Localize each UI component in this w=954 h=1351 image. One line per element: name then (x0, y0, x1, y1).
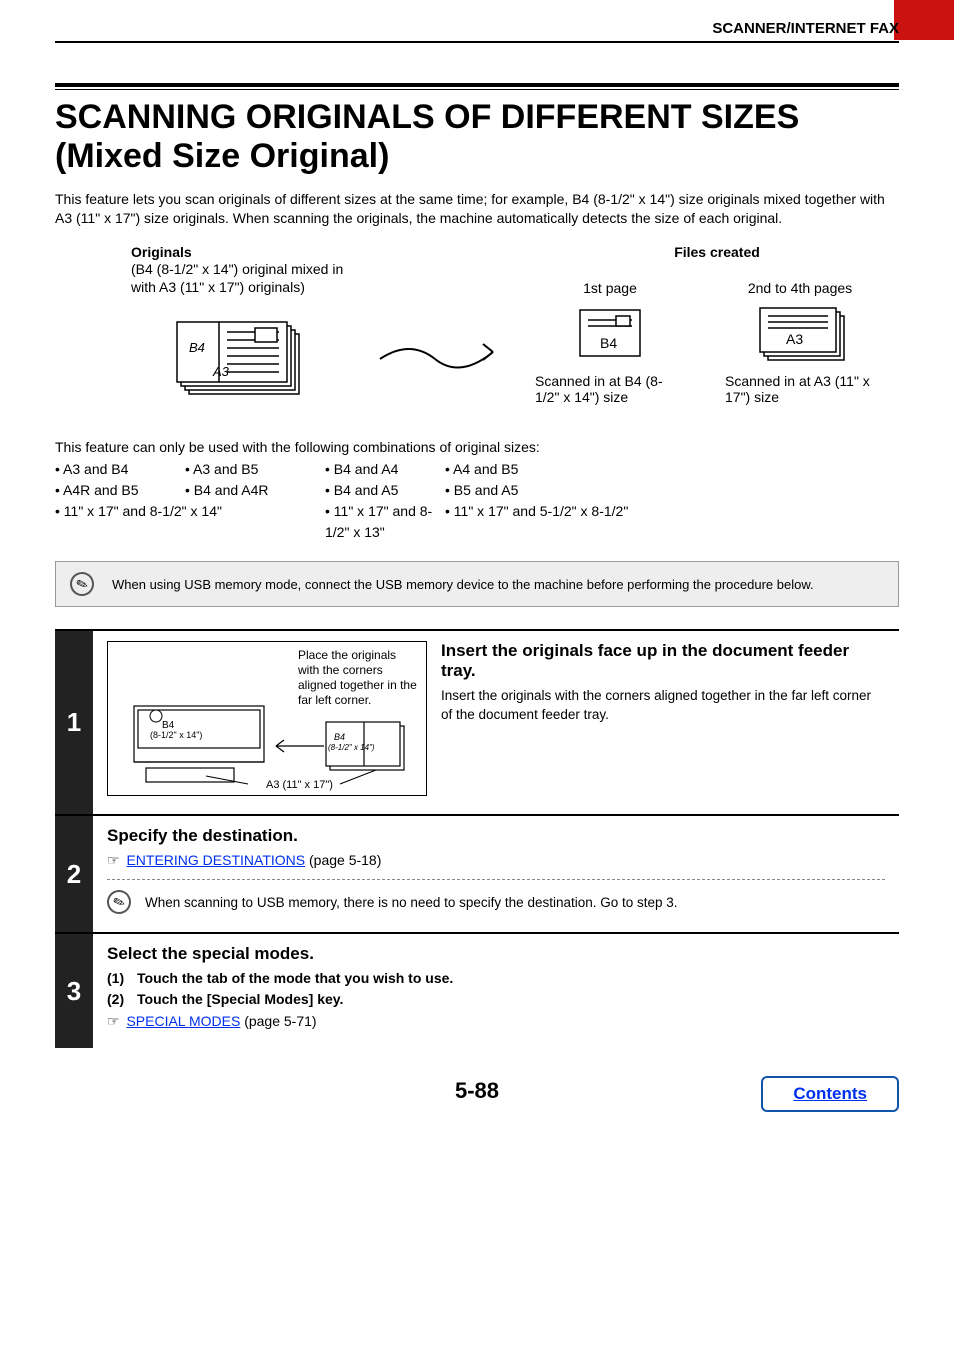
combo-cell: • 11" x 17" and 8-1/2" x 13" (325, 501, 445, 543)
svg-text:B4: B4 (334, 732, 345, 742)
file-col-2: 2nd to 4th pages A3 Scanned in at A3 (11… (725, 280, 875, 405)
title-rule (55, 83, 899, 90)
combinations-intro: This feature can only be used with the f… (55, 439, 899, 455)
originals-title: Originals (131, 244, 355, 260)
step-1: 1 Place the originals with the corners a… (55, 629, 899, 814)
file-col2-caption: Scanned in at A3 (11" x 17") size (725, 373, 875, 405)
note-pen-icon: ✎ (67, 569, 98, 600)
file-col1-pages: 1st page (535, 280, 685, 296)
svg-text:B4: B4 (600, 335, 617, 351)
combo-cell: • B4 and A4R (185, 480, 325, 501)
svg-text:A3 (11" x 17"): A3 (11" x 17") (266, 779, 333, 791)
entering-destinations-link[interactable]: ENTERING DESTINATIONS (126, 852, 305, 868)
pointer-icon (107, 852, 123, 868)
step-number-3: 3 (55, 934, 93, 1048)
intro-paragraph: This feature lets you scan originals of … (55, 190, 899, 228)
originals-block: Originals (B4 (8-1/2" x 14") original mi… (55, 244, 355, 419)
svg-text:(8-1/2" x 14"): (8-1/2" x 14") (328, 743, 375, 752)
step2-link-page: (page 5-18) (305, 852, 381, 868)
step1-text: Insert the originals with the corners al… (441, 687, 885, 723)
pointer-icon (107, 1013, 123, 1029)
combo-cell: • B4 and A4 (325, 459, 445, 480)
section-header: SCANNER/INTERNET FAX (55, 20, 899, 43)
step-number-2: 2 (55, 816, 93, 932)
step-3: 3 Select the special modes. (1)Touch the… (55, 932, 899, 1048)
usb-note-text: When using USB memory mode, connect the … (112, 577, 814, 592)
stack-label-b4: B4 (189, 340, 205, 355)
step2-heading: Specify the destination. (107, 826, 885, 846)
step1-illu-caption: Place the originals with the corners ali… (298, 648, 418, 708)
files-created-title: Files created (535, 244, 899, 260)
combo-cell: • B4 and A5 (325, 480, 445, 501)
step3-sub1: (1)Touch the tab of the mode that you wi… (107, 970, 885, 986)
file-b4-icon: B4 (535, 304, 685, 367)
note-pen-icon: ✎ (104, 887, 135, 918)
combo-cell: • 11" x 17" and 5-1/2" x 8-1/2" (445, 501, 705, 543)
page-title: SCANNING ORIGINALS OF DIFFERENT SIZES (M… (55, 98, 899, 176)
usb-note-box: ✎ When using USB memory mode, connect th… (55, 561, 899, 607)
step-number-1: 1 (55, 631, 93, 814)
contents-button[interactable]: Contents (761, 1076, 899, 1112)
step1-illustration: Place the originals with the corners ali… (107, 641, 427, 796)
file-col-1: 1st page B4 Scanned in at B4 (8-1/2" x 1… (535, 280, 685, 405)
combo-cell: • A3 and B5 (185, 459, 325, 480)
originals-subtitle: (B4 (8-1/2" x 14") original mixed in wit… (131, 260, 355, 296)
svg-text:(8-1/2" x 14"): (8-1/2" x 14") (150, 730, 202, 740)
step3-link-page: (page 5-71) (240, 1013, 316, 1029)
originals-stack-icon: B4 A3 (155, 310, 355, 405)
step-2: 2 Specify the destination. ENTERING DEST… (55, 814, 899, 932)
combo-cell: • A4 and B5 (445, 459, 705, 480)
diagram-row: Originals (B4 (8-1/2" x 14") original mi… (55, 244, 899, 419)
stack-label-a3: A3 (212, 364, 230, 379)
combo-cell: • A4R and B5 (55, 480, 185, 501)
combo-cell: • 11" x 17" and 8-1/2" x 14" (55, 501, 325, 543)
file-a3-icon: A3 (725, 304, 875, 367)
step2-subnote: ✎ When scanning to USB memory, there is … (107, 879, 885, 914)
combo-cell: • B5 and A5 (445, 480, 705, 501)
svg-text:A3: A3 (786, 331, 803, 347)
file-col1-caption: Scanned in at B4 (8-1/2" x 14") size (535, 373, 685, 405)
files-block: Files created 1st page B4 Scanned in at … (535, 244, 899, 405)
step3-sub2: (2)Touch the [Special Modes] key. (107, 991, 885, 1007)
step1-heading: Insert the originals face up in the docu… (441, 641, 885, 681)
step3-heading: Select the special modes. (107, 944, 885, 964)
step2-note-text: When scanning to USB memory, there is no… (145, 895, 678, 910)
file-col2-pages: 2nd to 4th pages (725, 280, 875, 296)
combo-cell: • A3 and B4 (55, 459, 185, 480)
combinations-grid: • A3 and B4 • A3 and B5 • B4 and A4 • A4… (55, 459, 899, 543)
arrow-icon (375, 244, 515, 379)
special-modes-link[interactable]: SPECIAL MODES (126, 1013, 240, 1029)
